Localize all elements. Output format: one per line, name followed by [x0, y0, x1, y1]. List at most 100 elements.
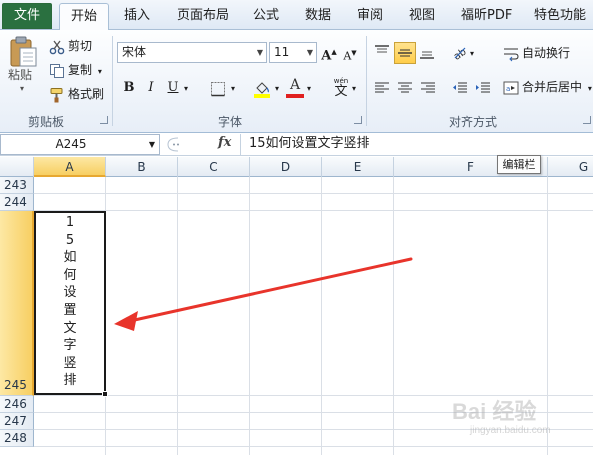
watermark-subtext: jingyan.baidu.com: [470, 425, 551, 436]
cell-line: 竖: [63, 355, 77, 371]
increase-indent-icon[interactable]: [474, 80, 492, 96]
column-header-b[interactable]: B: [106, 157, 178, 177]
row-header-244[interactable]: 244: [0, 194, 34, 211]
cell-line: 1: [65, 215, 75, 230]
font-size-value: 11: [274, 45, 290, 59]
paste-button[interactable]: 粘贴 ▾: [8, 68, 36, 96]
cut-button[interactable]: 剪切: [49, 36, 92, 56]
font-dialog-launcher-icon[interactable]: [354, 116, 362, 124]
underline-dropdown-icon[interactable]: ▾: [181, 79, 191, 99]
font-color-dropdown-icon[interactable]: ▾: [304, 79, 314, 99]
shrink-font-icon[interactable]: A▼: [340, 43, 360, 63]
font-size-dropdown-icon[interactable]: ▼: [307, 43, 313, 62]
insert-function-icon[interactable]: fx: [218, 135, 231, 150]
paste-dropdown-icon[interactable]: ▾: [8, 82, 36, 96]
tab-view[interactable]: 视图: [409, 5, 435, 30]
font-name-dropdown-icon[interactable]: ▼: [257, 43, 263, 62]
font-size-combo[interactable]: 11 ▼: [269, 42, 317, 63]
column-header-e[interactable]: E: [322, 157, 394, 177]
name-box-value: A245: [55, 137, 87, 151]
alignment-group-label: 对齐方式: [449, 115, 498, 129]
align-top-icon[interactable]: [373, 44, 391, 60]
align-left-icon[interactable]: [373, 80, 391, 96]
name-box[interactable]: A245 ▼: [0, 134, 160, 155]
cell-line: 排: [63, 373, 77, 389]
orientation-dropdown-icon[interactable]: ▾: [467, 44, 477, 64]
decrease-indent-icon[interactable]: [451, 80, 469, 96]
align-middle-button[interactable]: [394, 42, 416, 64]
fill-color-dropdown-icon[interactable]: ▾: [272, 79, 282, 99]
name-box-dropdown-icon[interactable]: ▼: [149, 135, 155, 154]
column-header-g[interactable]: G: [548, 157, 593, 177]
merge-center-icon: a: [503, 81, 519, 94]
active-cell-a245[interactable]: 1 5 如 何 设 置 文 字 竖 排: [34, 211, 108, 397]
format-painter-button[interactable]: 格式刷: [49, 84, 104, 104]
clipboard-group-label: 剪贴板: [28, 115, 65, 129]
format-painter-icon: [50, 87, 63, 102]
italic-button[interactable]: I: [141, 78, 161, 98]
phonetic-dropdown-icon[interactable]: ▾: [349, 79, 359, 99]
scissors-icon: [49, 40, 65, 54]
tab-special-features[interactable]: 特色功能: [534, 5, 586, 30]
row-header-247[interactable]: 247: [0, 413, 34, 430]
grow-font-icon[interactable]: A▲: [319, 42, 339, 63]
gridline: [393, 177, 394, 455]
merge-center-label: 合并后居中: [522, 80, 583, 94]
copy-dropdown-icon[interactable]: ▾: [98, 67, 102, 76]
row-headers: 243 244 245 246 247 248: [0, 177, 34, 455]
cell-line: 设: [63, 285, 77, 301]
resize-handle-icon[interactable]: [164, 137, 190, 152]
align-middle-icon: [398, 49, 412, 57]
borders-icon[interactable]: [210, 81, 226, 97]
cut-label: 剪切: [68, 39, 93, 53]
font-name-value: 宋体: [122, 45, 147, 59]
font-name-combo[interactable]: 宋体 ▼: [117, 42, 267, 63]
align-bottom-icon[interactable]: [418, 44, 436, 60]
clipboard-dialog-launcher-icon[interactable]: [100, 116, 108, 124]
formula-input[interactable]: 15如何设置文字竖排: [240, 134, 593, 155]
fill-color-icon[interactable]: [252, 79, 272, 99]
align-center-icon[interactable]: [396, 80, 414, 96]
row-header-246[interactable]: 246: [0, 396, 34, 413]
wrap-text-button[interactable]: 自动换行: [503, 43, 570, 63]
column-header-c[interactable]: C: [178, 157, 250, 177]
select-all-button[interactable]: [0, 157, 34, 177]
tab-formulas[interactable]: 公式: [253, 5, 279, 30]
watermark-text: Bai 经验: [452, 399, 537, 424]
column-header-a[interactable]: A: [34, 157, 106, 177]
copy-button[interactable]: 复制 ▾: [49, 60, 102, 80]
borders-dropdown-icon[interactable]: ▾: [228, 79, 238, 99]
cell-line: 如: [63, 250, 77, 266]
tab-data[interactable]: 数据: [305, 5, 331, 30]
copy-label: 复制: [68, 63, 93, 77]
ribbon-home: 粘贴 ▾ 剪切 复制 ▾ 格式刷 剪贴板 宋体 ▼ 11 ▼ A▲ A▼ B I…: [0, 30, 593, 133]
paste-icon[interactable]: [8, 36, 38, 68]
row-header-248[interactable]: 248: [0, 430, 34, 447]
merge-center-dropdown-icon[interactable]: ▾: [588, 84, 592, 93]
ribbon-tab-bar: 文件 开始 插入 页面布局 公式 数据 审阅 视图 福昕PDF 特色功能: [0, 0, 593, 31]
gridline: [177, 177, 178, 455]
font-color-icon[interactable]: A: [286, 77, 304, 99]
row-header-245[interactable]: 245: [0, 211, 34, 396]
formula-bar-tooltip: 编辑栏: [497, 155, 541, 174]
wrap-text-icon: [504, 48, 519, 61]
group-divider: [366, 36, 367, 126]
gridline: [321, 177, 322, 455]
bold-button[interactable]: B: [119, 78, 139, 98]
underline-button[interactable]: U: [163, 78, 183, 98]
tab-home[interactable]: 开始: [59, 3, 109, 31]
tab-review[interactable]: 审阅: [357, 5, 383, 30]
gridline: [34, 210, 593, 211]
fill-handle[interactable]: [102, 391, 108, 397]
row-header-243[interactable]: 243: [0, 177, 34, 194]
alignment-dialog-launcher-icon[interactable]: [583, 116, 591, 124]
align-right-icon[interactable]: [419, 80, 437, 96]
tab-insert[interactable]: 插入: [124, 5, 150, 30]
cell-line: 置: [63, 302, 77, 318]
column-header-d[interactable]: D: [250, 157, 322, 177]
tab-file[interactable]: 文件: [2, 3, 52, 29]
tab-page-layout[interactable]: 页面布局: [177, 5, 229, 30]
tab-foxit-pdf[interactable]: 福昕PDF: [461, 5, 512, 30]
cell-line: 5: [65, 232, 75, 248]
merge-center-button[interactable]: a 合并后居中 ▾: [503, 77, 592, 97]
